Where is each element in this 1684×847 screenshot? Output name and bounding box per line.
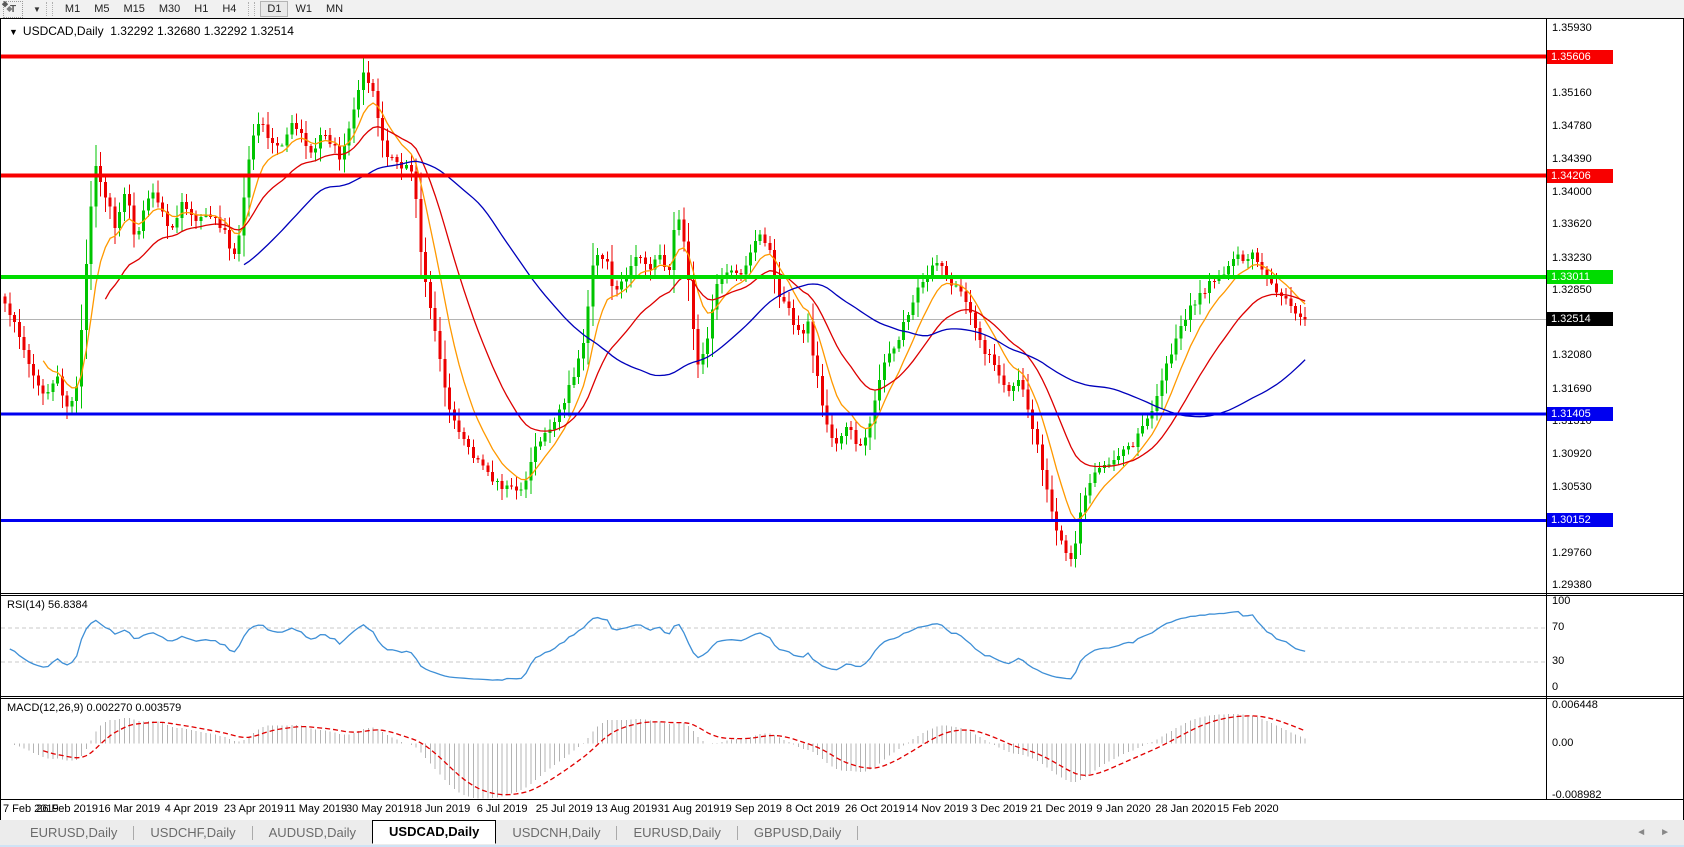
- date-label: 4 Apr 2019: [165, 803, 218, 815]
- tab-eurusd-2[interactable]: EURUSD,Daily: [617, 822, 736, 843]
- tabs-scroll-left-icon[interactable]: ◄: [1636, 827, 1646, 838]
- toolbar-separator: [248, 2, 255, 16]
- chevron-down-icon: ▼: [33, 5, 41, 14]
- chart-window: ▼ USDCAD,Daily 1.32292 1.32680 1.32292 1.…: [0, 18, 1684, 820]
- timeframe-d1-button[interactable]: D1: [260, 1, 288, 17]
- date-label: 28 Jan 2020: [1155, 803, 1216, 815]
- macd-tick: -0.008982: [1552, 789, 1602, 799]
- current-price-badge: 1.32514: [1547, 312, 1613, 326]
- date-label: 14 Nov 2019: [906, 803, 968, 815]
- date-label: 8 Oct 2019: [786, 803, 840, 815]
- date-label: 19 Sep 2019: [719, 803, 781, 815]
- price-tick: 1.30530: [1552, 481, 1592, 493]
- macd-values: 0.002270 0.003579: [86, 702, 181, 714]
- date-label: 9 Jan 2020: [1096, 803, 1150, 815]
- timeframe-h1-button[interactable]: H1: [187, 1, 215, 17]
- price-tick: 1.29380: [1552, 579, 1592, 591]
- style-tool-button[interactable]: ▼: [31, 5, 41, 14]
- date-label: 30 May 2019: [346, 803, 410, 815]
- date-label: 15 Feb 2020: [1217, 803, 1279, 815]
- date-label: 13 Aug 2019: [595, 803, 657, 815]
- price-tick: 1.33230: [1552, 252, 1592, 264]
- timeframe-m30-button[interactable]: M30: [152, 1, 187, 17]
- tab-eurusd-1[interactable]: EURUSD,Daily: [14, 822, 133, 843]
- rsi-tick: 70: [1552, 621, 1564, 633]
- timeframe-mn-button[interactable]: MN: [319, 1, 350, 17]
- ohlc-close: 1.32514: [250, 24, 293, 38]
- level-price-badge: 1.33011: [1547, 270, 1613, 284]
- level-price-badge: 1.34206: [1547, 169, 1613, 183]
- price-tick: 1.35160: [1552, 87, 1592, 99]
- chart-symbol: USDCAD,Daily: [23, 24, 104, 38]
- price-tick: 1.35930: [1552, 22, 1592, 34]
- tab-usdcnh[interactable]: USDCNH,Daily: [496, 822, 616, 843]
- price-tick: 1.34780: [1552, 120, 1592, 132]
- rsi-panel[interactable]: RSI(14) 56.8384 100 70 30 0: [1, 596, 1683, 696]
- date-axis[interactable]: 7 Feb 201926 Feb 201916 Mar 20194 Apr 20…: [1, 799, 1683, 820]
- date-label: 26 Oct 2019: [845, 803, 905, 815]
- date-label: 23 Apr 2019: [224, 803, 283, 815]
- price-tick: 1.30920: [1552, 448, 1592, 460]
- date-label: 6 Jul 2019: [477, 803, 528, 815]
- tab-audusd[interactable]: AUDUSD,Daily: [253, 822, 372, 843]
- timeframe-m15-button[interactable]: M15: [116, 1, 151, 17]
- timeframe-h4-button[interactable]: H4: [215, 1, 243, 17]
- symbol-tab-bar: EURUSD,Daily USDCHF,Daily AUDUSD,Daily U…: [0, 820, 1684, 845]
- price-tick: 1.32080: [1552, 349, 1592, 361]
- tabs-scroll-right-icon[interactable]: ►: [1660, 827, 1670, 838]
- rsi-value: 56.8384: [48, 599, 88, 611]
- price-tick: 1.32850: [1552, 284, 1592, 296]
- timeframe-m5-button[interactable]: M5: [87, 1, 116, 17]
- ohlc-low: 1.32292: [204, 24, 247, 38]
- ohlc-high: 1.32680: [157, 24, 200, 38]
- date-label: 11 May 2019: [284, 803, 347, 815]
- price-tick: 1.34000: [1552, 186, 1592, 198]
- date-label: 31 Aug 2019: [658, 803, 720, 815]
- date-label: 3 Dec 2019: [971, 803, 1027, 815]
- ohlc-open: 1.32292: [110, 24, 153, 38]
- macd-tick: 0.006448: [1552, 699, 1598, 711]
- macd-label: MACD(12,26,9) 0.002270 0.003579: [7, 702, 181, 714]
- rsi-label: RSI(14) 56.8384: [7, 599, 88, 611]
- macd-tick: 0.00: [1552, 737, 1573, 749]
- timeframe-w1-button[interactable]: W1: [288, 1, 319, 17]
- price-tick: 1.29760: [1552, 547, 1592, 559]
- tab-gbpusd[interactable]: GBPUSD,Daily: [738, 822, 857, 843]
- macd-panel[interactable]: MACD(12,26,9) 0.002270 0.003579 0.006448…: [1, 699, 1683, 799]
- price-tick: 1.34390: [1552, 153, 1592, 165]
- tab-usdchf[interactable]: USDCHF,Daily: [134, 822, 251, 843]
- date-label: 21 Dec 2019: [1030, 803, 1092, 815]
- date-label: 18 Jun 2019: [410, 803, 471, 815]
- rsi-tick: 30: [1552, 655, 1564, 667]
- price-tick: 1.31690: [1552, 383, 1592, 395]
- date-label: 25 Jul 2019: [536, 803, 593, 815]
- level-price-badge: 1.30152: [1547, 513, 1613, 527]
- level-price-badge: 1.31405: [1547, 407, 1613, 421]
- tab-usdcad-active[interactable]: USDCAD,Daily: [372, 820, 496, 844]
- chevron-down-icon: ▼: [9, 27, 18, 37]
- date-label: 16 Mar 2019: [98, 803, 160, 815]
- tab-separator: [857, 826, 858, 840]
- rsi-tick: 0: [1552, 681, 1558, 693]
- price-chart-panel[interactable]: ▼ USDCAD,Daily 1.32292 1.32680 1.32292 1.…: [1, 19, 1683, 593]
- chart-title: ▼ USDCAD,Daily 1.32292 1.32680 1.32292 1.…: [9, 24, 294, 38]
- rsi-tick: 100: [1552, 596, 1570, 607]
- price-tick: 1.33620: [1552, 218, 1592, 230]
- timeframe-m1-button[interactable]: M1: [58, 1, 87, 17]
- date-label: 26 Feb 2019: [36, 803, 98, 815]
- level-price-badge: 1.35606: [1547, 50, 1613, 64]
- toolbar-separator: [46, 2, 53, 16]
- top-toolbar: T ▼ M1 M5 M15 M30 H1 H4 D1 W1 MN: [0, 0, 1684, 19]
